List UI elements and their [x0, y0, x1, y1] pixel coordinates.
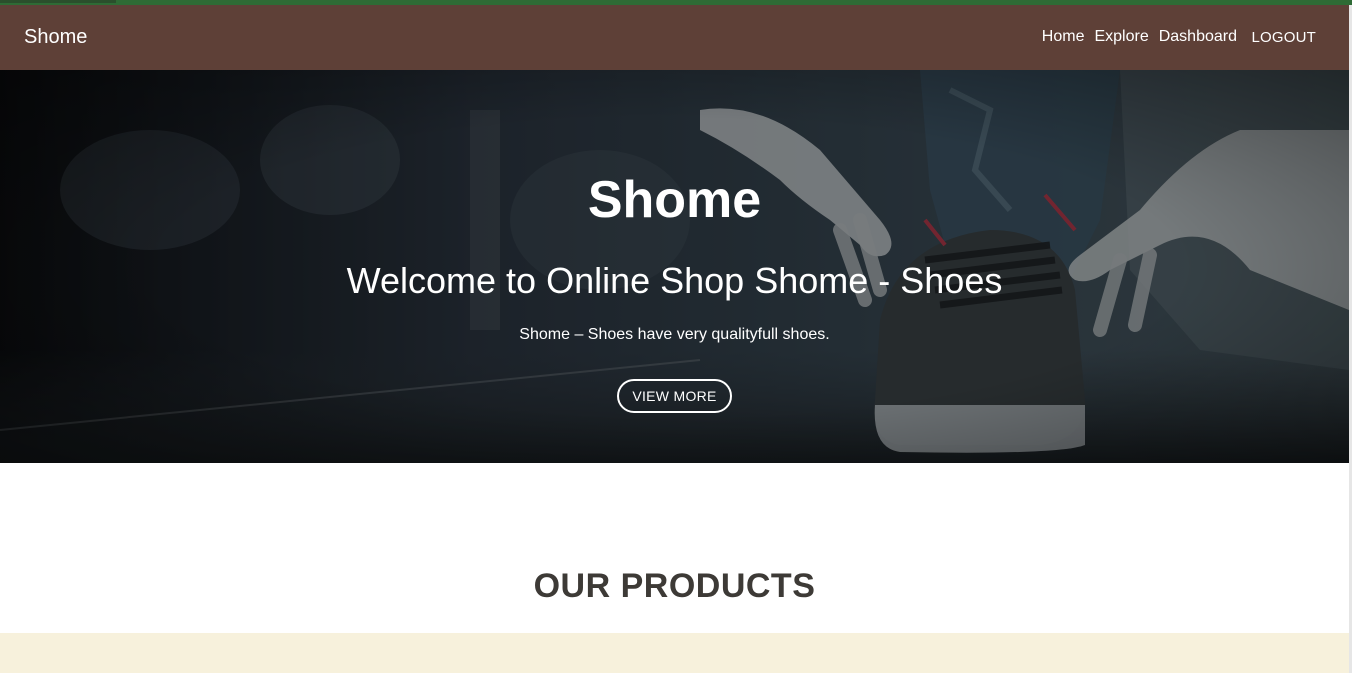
hero-subtitle: Welcome to Online Shop Shome - Shoes	[346, 260, 1003, 301]
nav-link-explore[interactable]: Explore	[1094, 27, 1148, 47]
hero-description: Shome – Shoes have very qualityfull shoe…	[519, 326, 830, 343]
nav-link-home[interactable]: Home	[1042, 27, 1085, 47]
logout-button[interactable]: LOGOUT	[1251, 27, 1316, 49]
products-section	[0, 633, 1349, 673]
navbar: Shome Home Explore Dashboard LOGOUT	[0, 5, 1349, 70]
page: Shome Home Explore Dashboard LOGOUT Shom…	[0, 0, 1352, 673]
nav-links: Home Explore Dashboard	[1042, 27, 1237, 47]
products-heading: OUR PRODUCTS	[533, 567, 816, 606]
view-more-button[interactable]: VIEW MORE	[617, 379, 732, 413]
nav-link-dashboard[interactable]: Dashboard	[1159, 27, 1237, 47]
brand-logo-link[interactable]: Shome	[24, 25, 87, 49]
hero-title: Shome	[587, 171, 762, 229]
hero-banner: Shome Welcome to Online Shop Shome - Sho…	[0, 70, 1349, 463]
